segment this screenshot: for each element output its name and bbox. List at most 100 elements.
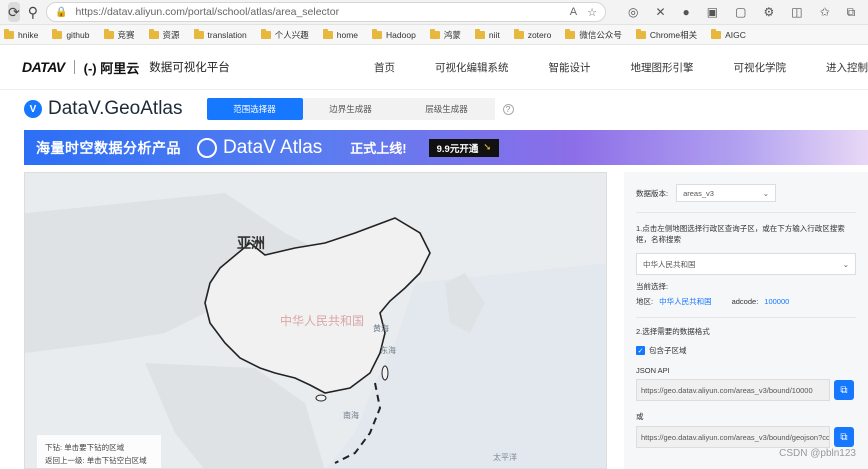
adcode-value: 100000 — [764, 297, 790, 306]
map-label-asia: 亚洲 — [237, 235, 265, 251]
search-icon[interactable]: ⚲ — [28, 2, 38, 22]
folder-icon — [4, 28, 14, 39]
arrow-icon: ➘ — [483, 142, 492, 153]
map-legend: 下钻: 单击要下钻的区域 返回上一级: 单击下钻空白区域 — [37, 435, 161, 468]
tab-area-selector[interactable]: 范围选择器 — [206, 98, 303, 120]
banner-price-button[interactable]: 9.9元开通 ➘ — [428, 138, 500, 157]
nav-academy[interactable]: 可视化学院 — [734, 60, 787, 75]
tab-level-generator[interactable]: 层级生成器 — [398, 98, 495, 120]
region-map[interactable]: 亚洲 中华人民共和国 黄海 东海 南海 太平洋 下钻: 单击要下钻的区域 返回上… — [24, 172, 607, 469]
banner-brand: DataV Atlas — [197, 137, 322, 159]
alt-api-field[interactable]: https://geo.datav.aliyun.com/areas_v3/bo… — [636, 426, 830, 448]
bookmark-item[interactable]: 竞赛 — [103, 28, 135, 41]
promo-banner[interactable]: 海量时空数据分析产品 DataV Atlas 正式上线! 9.9元开通 ➘ — [24, 130, 868, 165]
reload-icon[interactable]: ⟳ — [8, 2, 20, 22]
map-label-china: 中华人民共和国 — [280, 313, 364, 328]
url-text: https://datav.aliyun.com/portal/school/a… — [75, 6, 340, 18]
bookmarks-bar: hnike github 竞赛 资源 translation 个人兴趣 home… — [0, 25, 868, 45]
bookmark-item[interactable]: 个人兴趣 — [260, 28, 309, 41]
bookmark-item[interactable]: github — [52, 28, 90, 40]
divider — [636, 317, 856, 318]
copy-icon[interactable]: ⧉ — [834, 380, 854, 400]
extension-icon[interactable]: ◎ — [628, 5, 638, 20]
version-select[interactable]: areas_v3 ⌄ — [676, 184, 777, 202]
nav-console[interactable]: 进入控制 — [826, 60, 868, 75]
alt-api-row: https://geo.datav.aliyun.com/areas_v3/bo… — [636, 426, 856, 448]
region-value[interactable]: 中华人民共和国 — [659, 296, 712, 307]
site-header: DATAV (-) 阿里云 数据可视化平台 首页 可视化编辑系统 智能设计 地理… — [0, 45, 868, 90]
atlas-logo-icon — [197, 137, 217, 158]
lock-icon: 🔒 — [55, 6, 68, 18]
bookmark-item[interactable]: home — [322, 28, 358, 40]
bookmark-item[interactable]: Hadoop — [372, 28, 416, 40]
aliyun-logo[interactable]: (-) 阿里云 — [84, 58, 140, 77]
folder-icon — [52, 28, 63, 39]
datav-v-icon: V — [24, 100, 42, 118]
chevron-down-icon: ⌄ — [842, 259, 849, 269]
logo-divider — [73, 60, 75, 74]
extension-x-icon[interactable]: ✕ — [655, 5, 665, 20]
step1-instruction: 1.点击左侧地图选择行政区查询子区，或在下方输入行政区搜索框，名称搜索 — [636, 224, 845, 244]
current-selection-label: 当前选择: — [636, 282, 669, 291]
bookmark-item[interactable]: 微信公众号 — [565, 28, 622, 41]
split-screen-icon[interactable]: ◫ — [791, 5, 802, 20]
divider — [636, 212, 856, 213]
folder-icon — [193, 28, 204, 39]
alt-label: 或 — [636, 412, 644, 421]
favorite-star-icon[interactable]: ☆ — [587, 6, 597, 19]
bookmark-item[interactable]: Chrome相关 — [635, 28, 697, 41]
map-label-east-sea: 东海 — [380, 345, 396, 355]
bookmark-ext-icon[interactable]: ▣ — [707, 5, 718, 20]
bookmark-item[interactable]: translation — [193, 28, 247, 40]
copy-icon[interactable]: ⧉ — [834, 427, 854, 447]
map-label-south-sea: 南海 — [343, 410, 359, 420]
version-label: 数据版本: — [636, 188, 669, 198]
read-aloud-icon[interactable]: A — [570, 6, 577, 19]
help-icon[interactable]: ? — [502, 103, 514, 115]
collections-icon[interactable]: ⧉ — [847, 5, 856, 20]
step2-instruction: 2.选择需要的数据格式 — [636, 327, 710, 336]
current-selection-row: 地区: 中华人民共和国 adcode: 100000 — [636, 296, 790, 307]
nav-editor[interactable]: 可视化编辑系统 — [435, 60, 509, 75]
nav-smart-design[interactable]: 智能设计 — [549, 60, 591, 75]
favorites-icon[interactable]: ✩ — [820, 5, 830, 20]
region-select[interactable]: 中华人民共和国 ⌄ — [636, 253, 856, 275]
map-canvas[interactable]: 亚洲 中华人民共和国 黄海 东海 南海 太平洋 — [25, 173, 607, 469]
json-api-field[interactable]: https://geo.datav.aliyun.com/areas_v3/bo… — [636, 379, 830, 401]
bookmark-item[interactable]: 资源 — [148, 28, 180, 41]
bookmark-item[interactable]: 鸿蒙 — [429, 28, 461, 41]
settings-icon[interactable]: ⚙ — [763, 5, 774, 20]
include-sub-row: ✓ 包含子区域 — [636, 346, 687, 355]
geoatlas-logo[interactable]: V DataV.GeoAtlas — [24, 98, 183, 120]
json-api-label: JSON API — [636, 366, 670, 375]
platform-name: 数据可视化平台 — [149, 62, 230, 74]
bookmark-item[interactable]: AIGC — [711, 28, 746, 40]
datav-logo[interactable]: DATAV — [22, 59, 65, 75]
folder-icon — [103, 28, 114, 39]
chevron-down-icon: ⌄ — [762, 188, 770, 198]
banner-launch-text: 正式上线! — [350, 141, 407, 156]
tab-boundary-generator[interactable]: 边界生成器 — [302, 98, 399, 120]
bookmark-item[interactable]: hnike — [4, 28, 38, 40]
bookmark-item[interactable]: zotero — [513, 28, 551, 40]
capture-icon[interactable]: ▢ — [735, 5, 746, 20]
watermark: CSDN @pbln123 — [779, 448, 856, 459]
atlas-header: V DataV.GeoAtlas 范围选择器 边界生成器 层级生成器 ? — [0, 90, 868, 128]
main-nav: 首页 可视化编辑系统 智能设计 地理图形引擎 可视化学院 进入控制 — [374, 60, 868, 75]
folder-icon — [322, 28, 333, 39]
include-sub-checkbox[interactable]: ✓ — [636, 346, 645, 355]
folder-icon — [635, 28, 646, 39]
map-label-pacific: 太平洋 — [493, 452, 517, 462]
cookie-icon[interactable]: ● — [683, 5, 690, 20]
tool-tabs: 范围选择器 边界生成器 层级生成器 — [206, 98, 495, 120]
address-bar[interactable]: 🔒 https://datav.aliyun.com/portal/school… — [46, 2, 606, 22]
folder-icon — [148, 28, 159, 39]
bookmark-item[interactable]: niit — [474, 28, 500, 40]
nav-geo-engine[interactable]: 地理图形引擎 — [631, 60, 694, 75]
folder-icon — [474, 28, 485, 39]
folder-icon — [372, 28, 383, 39]
folder-icon — [711, 28, 722, 39]
nav-home[interactable]: 首页 — [374, 60, 395, 75]
folder-icon — [565, 28, 576, 39]
banner-headline: 海量时空数据分析产品 — [36, 139, 181, 156]
